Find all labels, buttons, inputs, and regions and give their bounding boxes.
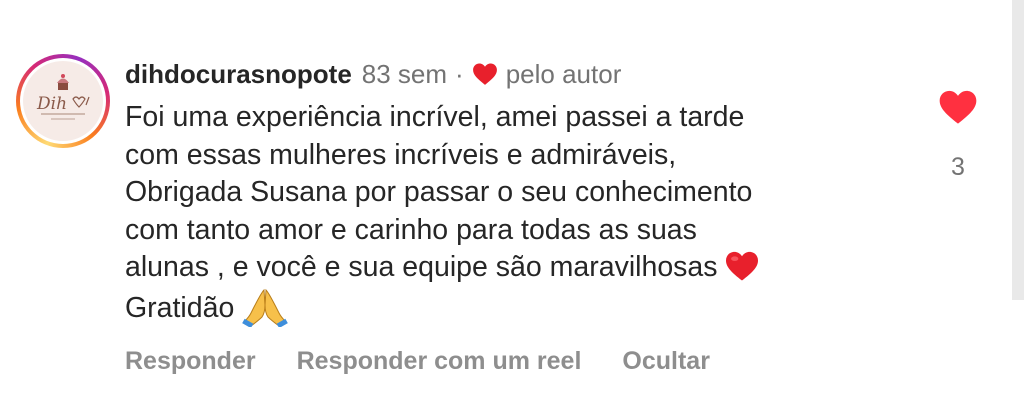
comment-text-line: com tanto amor e carinho para todas as s… (125, 213, 697, 246)
comment-text: Foi uma experiência incrível, amei passe… (125, 99, 925, 327)
comment-timestamp: 83 sem (361, 59, 448, 89)
comment-item: Dih dihdocurasnopote 83 sem · pelo autor… (0, 0, 1024, 416)
comment-text-line-with-emoji: Gratidão (125, 287, 925, 328)
username-link[interactable]: dihdocurasnopote (125, 58, 352, 90)
heart-filled-icon[interactable] (938, 88, 978, 126)
story-ring[interactable]: Dih (16, 54, 110, 148)
separator-dot: · (455, 59, 464, 89)
red-heart-emoji (725, 251, 758, 281)
avatar-logo-text: Dih (36, 94, 67, 114)
scrollbar[interactable] (1012, 0, 1024, 300)
comment-text-line-with-emoji: alunas , e você e sua equipe são maravil… (125, 249, 925, 287)
reply-with-reel-button[interactable]: Responder com um reel (297, 347, 582, 376)
avatar[interactable]: Dih (23, 61, 103, 141)
avatar-logo-image: Dih (36, 74, 90, 120)
comment-actions: Responder Responder com um reel Ocultar (125, 347, 710, 376)
avatar-border: Dih (20, 58, 106, 144)
comment-text-line: Obrigada Susana por passar o seu conheci… (125, 176, 753, 208)
liked-by-author-label: pelo autor (505, 59, 622, 89)
comment-text-line: Foi uma experiência incrível, amei passe… (125, 101, 745, 133)
comment-text-line: alunas , e você e sua equipe são maravil… (125, 251, 718, 283)
comment-header: dihdocurasnopote 83 sem · pelo autor (125, 58, 621, 90)
like-count[interactable]: 3 (938, 153, 978, 182)
folded-hands-emoji (242, 288, 289, 327)
comment-text-line: com essas mulheres incríveis e admirávei… (125, 138, 677, 171)
liked-by-author: pelo autor (472, 58, 622, 90)
reply-button[interactable]: Responder (125, 347, 256, 376)
heart-icon (472, 63, 497, 85)
hide-button[interactable]: Ocultar (622, 347, 710, 376)
comment-text-line: Gratidão (125, 291, 235, 324)
